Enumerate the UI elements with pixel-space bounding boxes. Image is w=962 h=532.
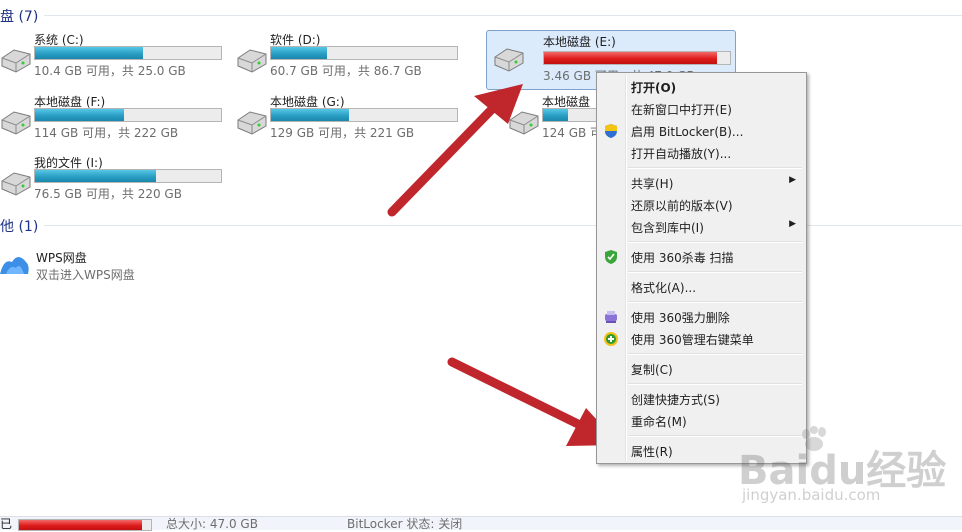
menu-item-share[interactable]: 共享(H) ▶	[599, 172, 804, 194]
menu-item-rename[interactable]: 重命名(M)	[599, 410, 804, 432]
menu-item-copy[interactable]: 复制(C)	[599, 358, 804, 380]
arrow-to-properties	[447, 357, 620, 446]
watermark-url: jingyan.baidu.com	[742, 486, 881, 504]
baidu-watermark: Baidu经验 jingyan.baidu.com	[738, 426, 960, 508]
submenu-arrow-icon: ▶	[789, 175, 796, 185]
arrow-to-drive-e	[387, 84, 523, 217]
menu-item-format[interactable]: 格式化(A)...	[599, 276, 804, 298]
details-usage-bar	[18, 519, 152, 531]
details-bitlocker-status: BitLocker 状态: 关闭	[347, 517, 463, 531]
context-menu: 打开(O) 在新窗口中打开(E) 启用 BitLocker(B)... 打开自动…	[596, 72, 807, 464]
details-total-size: 总大小: 47.0 GB	[166, 517, 258, 531]
menu-item-360-menu-manager[interactable]: 使用 360管理右键菜单	[599, 328, 804, 350]
menu-item-autoplay[interactable]: 打开自动播放(Y)...	[599, 142, 804, 164]
menu-item-360-scan[interactable]: 使用 360杀毒 扫描	[599, 246, 804, 268]
360-antivirus-icon	[605, 250, 617, 264]
details-pane: 已 总大小: 47.0 GB BitLocker 状态: 关闭	[0, 516, 962, 531]
360-plus-icon	[604, 332, 618, 346]
submenu-arrow-icon: ▶	[789, 219, 796, 229]
uac-shield-icon	[605, 124, 617, 138]
menu-item-bitlocker[interactable]: 启用 BitLocker(B)...	[599, 120, 804, 142]
shredder-icon	[605, 311, 617, 323]
details-used-label: 已	[0, 517, 13, 531]
menu-item-create-shortcut[interactable]: 创建快捷方式(S)	[599, 388, 804, 410]
menu-item-open-new-window[interactable]: 在新窗口中打开(E)	[599, 98, 804, 120]
menu-item-open[interactable]: 打开(O)	[599, 76, 804, 98]
menu-item-restore-versions[interactable]: 还原以前的版本(V)	[599, 194, 804, 216]
menu-item-360-force-delete[interactable]: 使用 360强力删除	[599, 306, 804, 328]
menu-item-include-library[interactable]: 包含到库中(I) ▶	[599, 216, 804, 238]
